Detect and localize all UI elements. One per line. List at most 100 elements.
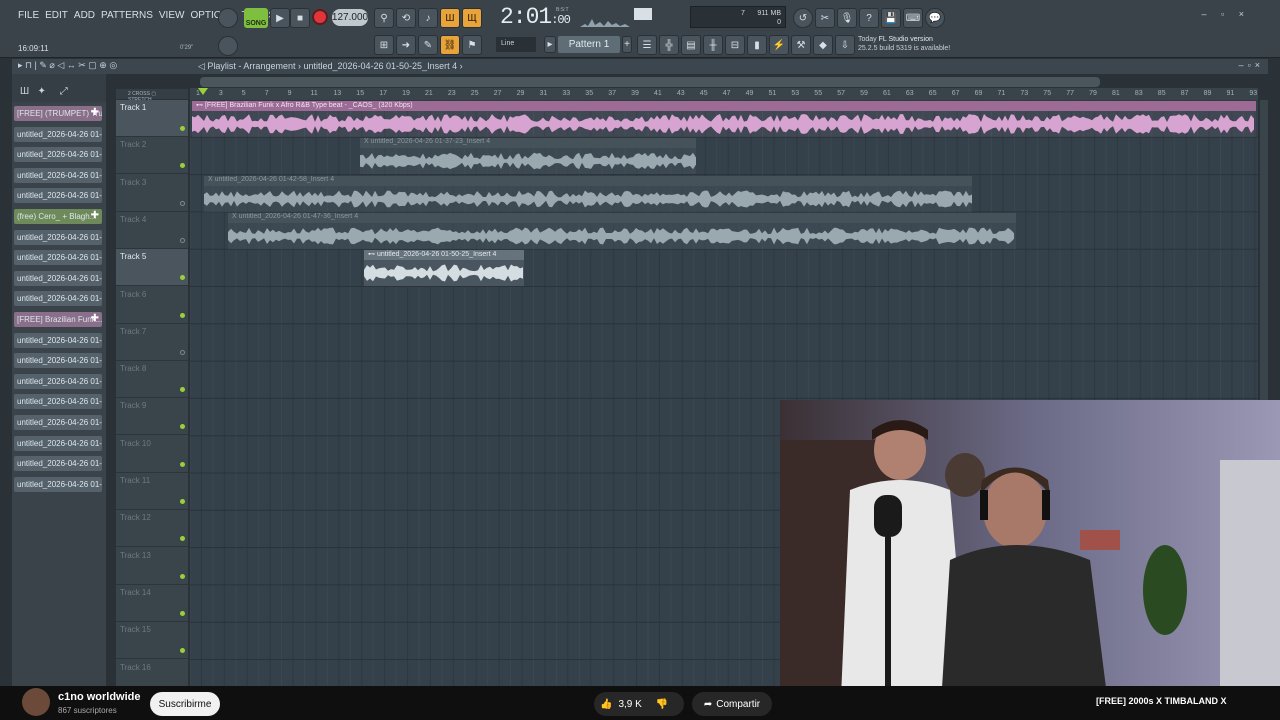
track-mute-toggle[interactable]: [180, 461, 185, 467]
blend-notes-icon[interactable]: Ш: [440, 8, 460, 28]
track-mute-toggle[interactable]: [180, 349, 185, 355]
track-header[interactable]: Track 7: [116, 324, 188, 361]
file-icon[interactable]: ▮: [747, 35, 767, 55]
track-mute-toggle[interactable]: [180, 499, 185, 504]
thumbs-down-icon[interactable]: 👎: [656, 699, 668, 710]
mic-icon[interactable]: 🎙: [837, 8, 857, 28]
menu-item-add[interactable]: ADD: [74, 10, 95, 21]
arrow-icon[interactable]: ➜: [396, 35, 416, 55]
stamp-icon[interactable]: ⚑: [462, 35, 482, 55]
track-mute-toggle[interactable]: [180, 536, 185, 542]
picker-item[interactable]: untitled_2026-04-26 01-...: [14, 415, 102, 430]
track-mute-toggle[interactable]: [180, 163, 185, 169]
help-icon[interactable]: ?: [859, 8, 879, 28]
channel-avatar[interactable]: [22, 688, 50, 716]
playhead-marker[interactable]: [198, 88, 208, 96]
picker-item[interactable]: [FREE] (TRUMPET) Tru... ✚: [14, 106, 102, 121]
record-button[interactable]: [312, 9, 328, 25]
channel-rack-icon[interactable]: ╬: [659, 35, 679, 55]
pattern-add-icon[interactable]: +: [622, 36, 632, 53]
picker-item[interactable]: untitled_2026-04-26 01-...: [14, 270, 102, 286]
subscribe-button[interactable]: Suscribirme: [150, 692, 220, 716]
track-header[interactable]: Track 6: [116, 287, 188, 324]
track-header[interactable]: Track 10: [116, 436, 188, 473]
audio-clip[interactable]: X untitled_2026-04-26 01-42-58_Insert 4: [204, 175, 972, 212]
master-volume-knob[interactable]: [218, 8, 238, 28]
share-button[interactable]: ➦ Compartir: [692, 692, 772, 716]
save-icon[interactable]: 💾: [881, 8, 901, 28]
track-header[interactable]: Track 14: [116, 585, 188, 622]
add-icon[interactable]: ✚: [91, 210, 99, 221]
metronome-icon[interactable]: ⚲: [374, 8, 394, 28]
stop-button[interactable]: ■: [290, 8, 310, 28]
chat-icon[interactable]: 💬: [925, 8, 945, 28]
audio-clip[interactable]: X untitled_2026-04-26 01-47-36_Insert 4: [228, 212, 1016, 249]
picker-item[interactable]: [FREE] Brazilian Funk... ✚: [14, 312, 102, 327]
track-header[interactable]: Track 2: [116, 137, 188, 175]
midi-icon[interactable]: ⌨: [903, 8, 923, 28]
step-edit-icon[interactable]: ♪: [418, 8, 438, 28]
track-header[interactable]: Track 15: [116, 622, 188, 660]
picker-item[interactable]: untitled_2026-04-26 01-...: [14, 394, 102, 410]
track-mute-toggle[interactable]: [180, 648, 185, 654]
plugin-icon[interactable]: ⚡: [769, 35, 789, 55]
pattern-prev-icon[interactable]: ▸: [544, 36, 556, 53]
picker-view-icon[interactable]: Ш ✦ ⤢: [20, 86, 68, 97]
picker-item[interactable]: untitled_2026-04-26 01-...: [14, 435, 102, 451]
picker-item[interactable]: (free) Cero_ + Blagh... ✚: [14, 209, 102, 224]
playlist-window-controls[interactable]: –▫×: [1239, 60, 1264, 70]
next-video-title[interactable]: [FREE] 2000s X TIMBALAND X: [1096, 696, 1227, 706]
step-sequencer-icon[interactable]: ▤: [681, 35, 701, 55]
playlist-menu-icon[interactable]: ▸ ⊓ | ✎ ⌀ ◁ ↔ ✂ ▢ ⊕ ◎: [18, 60, 117, 71]
picker-item[interactable]: untitled_2026-04-26 01-...: [14, 456, 102, 472]
track-mute-toggle[interactable]: [180, 387, 185, 393]
like-button[interactable]: 👍 3,9 K 👎: [594, 692, 684, 716]
pattern-select[interactable]: Pattern 1: [558, 36, 620, 53]
track-header[interactable]: Track 4: [116, 212, 188, 249]
mixer-icon[interactable]: ╫: [703, 35, 723, 55]
track-header[interactable]: Track 3: [116, 175, 188, 212]
menu-item-view[interactable]: VIEW: [159, 10, 185, 21]
undo-icon[interactable]: ↺: [793, 8, 813, 28]
tools-icon[interactable]: ⚒: [791, 35, 811, 55]
update-hint[interactable]: Today FL Studio version 25.2.5 build 531…: [858, 35, 950, 53]
arrangement-name[interactable]: untitled_2026-04-26 01-50-25_Insert 4 ›: [303, 61, 462, 71]
track-mute-toggle[interactable]: [180, 275, 185, 281]
picker-item[interactable]: untitled_2026-04-26 01-...: [14, 167, 102, 183]
snap-select[interactable]: Line: [496, 37, 536, 52]
picker-item[interactable]: untitled_2026-04-26 01-...: [14, 332, 102, 348]
track-header[interactable]: Track 5: [116, 249, 188, 287]
track-header[interactable]: Track 12: [116, 510, 188, 548]
master-pitch-knob[interactable]: [218, 36, 238, 56]
picker-item[interactable]: untitled_2026-04-26 01-...: [14, 250, 102, 266]
picker-item[interactable]: untitled_2026-04-26 01-...: [14, 229, 102, 245]
track-header[interactable]: Track 1: [116, 100, 188, 137]
horizontal-scrollbar[interactable]: [200, 77, 1100, 87]
playlist-icon[interactable]: ☰: [637, 35, 657, 55]
fish-icon[interactable]: ◆: [813, 35, 833, 55]
picker-item[interactable]: untitled_2026-04-26 01-...: [14, 373, 102, 389]
loop-record-icon[interactable]: ⟲: [396, 8, 416, 28]
menu-item-patterns[interactable]: PATTERNS: [101, 10, 153, 21]
picker-item[interactable]: untitled_2026-04-26 01-...: [14, 188, 102, 204]
tempo-display[interactable]: 127.000: [332, 9, 368, 26]
track-options-bar[interactable]: 2 CROSS ▢ STRETCH: [116, 89, 188, 103]
picker-item[interactable]: untitled_2026-04-26 01-...: [14, 126, 102, 142]
track-mute-toggle[interactable]: [180, 237, 185, 243]
track-mute-toggle[interactable]: [180, 312, 185, 318]
pencil-icon[interactable]: ✎: [418, 35, 438, 55]
picker-item[interactable]: untitled_2026-04-26 01-...: [14, 476, 102, 492]
wait-input-icon[interactable]: Щ: [462, 8, 482, 28]
timeline-ruler[interactable]: 1 3 5 7 9 11 13 15 17 19 21 23 25 27 29 31 33 35 37 39 41 43 4…: [190, 88, 1258, 100]
picker-item[interactable]: untitled_2026-04-26 01-...: [14, 291, 102, 307]
track-header[interactable]: Track 9: [116, 398, 188, 436]
cut-icon[interactable]: ✂: [815, 8, 835, 28]
browser-icon[interactable]: ⊟: [725, 35, 745, 55]
menu-item-file[interactable]: FILE: [18, 10, 39, 21]
add-icon[interactable]: ✚: [91, 107, 99, 118]
download-icon[interactable]: ⇩: [835, 35, 855, 55]
track-mute-toggle[interactable]: [180, 126, 185, 131]
track-mute-toggle[interactable]: [180, 424, 185, 430]
track-mute-toggle[interactable]: [180, 573, 185, 579]
menu-item-edit[interactable]: EDIT: [45, 10, 68, 21]
